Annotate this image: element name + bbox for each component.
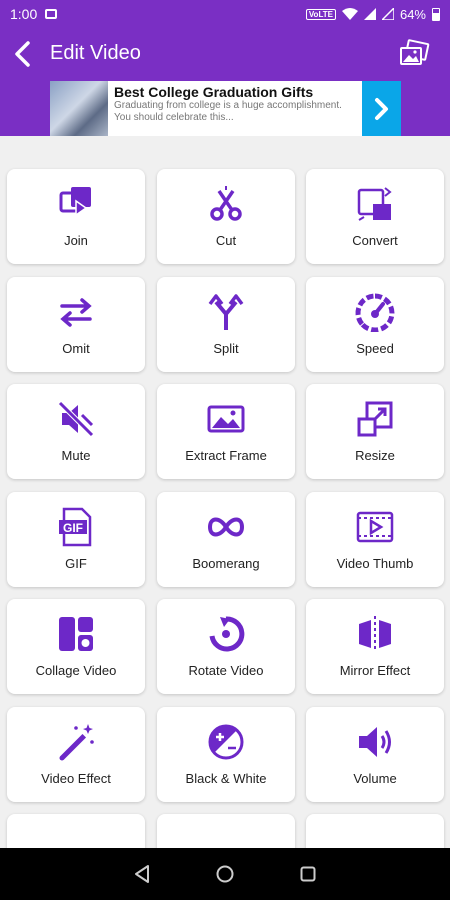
tool-video-effect-button[interactable]: Video Effect	[7, 706, 145, 802]
battery-icon	[432, 7, 440, 21]
tool-label: Convert	[352, 233, 398, 248]
system-nav-bar	[0, 848, 450, 900]
tool-label: Volume	[353, 770, 397, 786]
gallery-button[interactable]	[398, 38, 430, 70]
ad-banner[interactable]: Best College Graduation Gifts Graduating…	[50, 81, 401, 136]
ad-title: Best College Graduation Gifts	[114, 84, 314, 100]
tool-speed-button[interactable]: Speed	[306, 276, 444, 372]
nav-home-icon[interactable]	[215, 864, 235, 884]
status-time: 1:00	[10, 6, 38, 22]
nav-back-icon[interactable]	[132, 864, 152, 884]
tool-volume-button[interactable]: Volume	[306, 706, 444, 802]
gif-file-icon: GIF	[59, 507, 92, 546]
tool-boomerang-button[interactable]: Boomerang	[157, 491, 295, 587]
tool-video-thumb-button[interactable]: Video Thumb	[306, 491, 444, 587]
speedometer-icon	[355, 292, 395, 332]
signal-icon	[363, 8, 376, 20]
tool-label: Video Thumb	[336, 555, 414, 571]
tool-convert-button[interactable]: Convert	[306, 169, 444, 264]
ad-open-button[interactable]	[362, 81, 401, 136]
scissors-icon	[210, 186, 242, 221]
collage-icon	[59, 617, 93, 651]
page-title: Edit Video	[50, 42, 141, 64]
status-bar: 1:00 VoLTE 64%	[0, 0, 450, 28]
tool-tile-partial[interactable]	[157, 814, 295, 848]
signal-icon-2	[381, 8, 394, 20]
tool-label: Video Effect	[41, 770, 111, 786]
tool-label: Split	[213, 340, 239, 356]
tool-omit-button[interactable]: Omit	[7, 276, 145, 372]
svg-text:GIF: GIF	[63, 521, 83, 535]
convert-icon	[357, 187, 392, 221]
tool-label: Mute	[61, 448, 91, 463]
back-arrow-icon	[15, 41, 30, 67]
video-thumb-icon	[356, 511, 394, 542]
omit-arrows-icon	[60, 297, 92, 327]
tool-join-button[interactable]: Join	[7, 169, 145, 264]
chevron-right-icon	[374, 97, 388, 120]
tool-gif-button[interactable]: GIF GIF	[7, 491, 145, 587]
tool-label: Resize	[355, 448, 395, 463]
tool-label: GIF	[65, 555, 87, 571]
tool-collage-video-button[interactable]: Collage Video	[7, 599, 145, 694]
notification-icon	[45, 9, 58, 19]
join-icon	[59, 187, 91, 217]
tool-cut-button[interactable]: Cut	[157, 169, 295, 264]
tool-label: Collage Video	[35, 663, 117, 678]
gallery-icon	[400, 39, 430, 65]
nav-recents-icon[interactable]	[298, 864, 318, 884]
tool-rotate-video-button[interactable]: Rotate Video	[157, 599, 295, 694]
tool-extract-frame-button[interactable]: Extract Frame	[157, 384, 295, 479]
image-icon	[207, 405, 245, 433]
resize-icon	[357, 401, 393, 437]
back-button[interactable]	[8, 38, 36, 70]
volte-badge: VoLTE	[305, 8, 336, 20]
mirror-icon	[359, 616, 391, 652]
wifi-icon	[341, 8, 358, 20]
tool-mute-button[interactable]: Mute	[7, 384, 145, 479]
battery-percent: 64%	[399, 6, 426, 22]
rotate-icon	[209, 616, 245, 652]
tool-label: Black & White	[185, 770, 267, 786]
tool-label: Boomerang	[192, 555, 260, 571]
tool-label: Rotate Video	[188, 663, 264, 678]
tool-split-button[interactable]: Split	[157, 276, 295, 372]
tool-tile-partial[interactable]	[306, 814, 444, 848]
infinity-icon	[207, 517, 245, 536]
ad-image	[50, 81, 108, 136]
mute-icon	[58, 401, 94, 437]
tool-label: Speed	[356, 340, 394, 356]
tool-label: Cut	[215, 233, 237, 248]
ad-body: Graduating from college is a huge accomp…	[114, 100, 342, 123]
split-icon	[208, 293, 244, 330]
tool-mirror-effect-button[interactable]: Mirror Effect	[306, 599, 444, 694]
volume-icon	[359, 726, 391, 757]
tool-label: Mirror Effect	[339, 663, 411, 678]
tool-black-white-button[interactable]: Black & White	[157, 706, 295, 802]
tool-label: Omit	[62, 340, 90, 356]
tool-label: Join	[64, 233, 88, 248]
tool-resize-button[interactable]: Resize	[306, 384, 444, 479]
magic-wand-icon	[59, 723, 94, 760]
tool-label: Extract Frame	[185, 448, 267, 463]
tool-tile-partial[interactable]	[7, 814, 145, 848]
contrast-icon	[208, 724, 244, 759]
app-bar: Edit Video Best College Graduation Gifts…	[0, 28, 450, 136]
tools-grid: Join Cut Convert Omit Split Speed Mute Extract …	[0, 136, 450, 848]
